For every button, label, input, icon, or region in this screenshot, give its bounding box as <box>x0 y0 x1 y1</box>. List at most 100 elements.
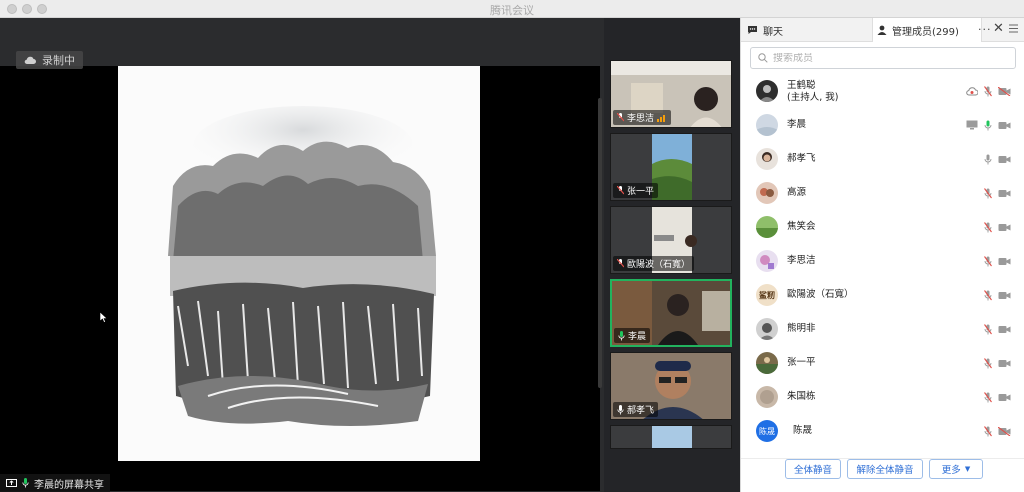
video-off-icon[interactable] <box>998 86 1011 96</box>
member-item[interactable]: 王鹤聪 (主持人, 我) <box>741 76 1024 106</box>
video-icon[interactable] <box>998 291 1011 300</box>
video-icon[interactable] <box>998 189 1011 198</box>
avatar: 陈晟 <box>756 420 778 442</box>
video-tile-active-speaker[interactable]: 李晨 <box>610 279 732 347</box>
member-item[interactable]: 朱国栋 <box>741 382 1024 412</box>
mic-muted-icon[interactable] <box>984 255 992 267</box>
mic-muted-icon[interactable] <box>984 187 992 199</box>
avatar <box>756 182 778 204</box>
avatar <box>756 386 778 408</box>
more-button[interactable]: 更多 ▼ <box>929 459 983 479</box>
member-status-icons <box>984 425 1011 437</box>
video-tile-partial[interactable] <box>610 425 732 449</box>
video-gallery: 李思洁 张一平 歐陽波（石寬） 李晨 郝孝飞 <box>604 18 740 492</box>
member-item[interactable]: 陈晟 陈晟 <box>741 416 1024 446</box>
member-status-icons <box>966 120 1011 131</box>
cloud-record-icon <box>24 56 36 64</box>
mic-icon <box>617 404 624 414</box>
mic-muted-icon[interactable] <box>984 425 992 437</box>
mic-muted-icon[interactable] <box>984 85 992 97</box>
member-name: 朱国栋 <box>787 391 816 402</box>
avatar <box>756 250 778 272</box>
video-tile[interactable]: 李思洁 <box>610 60 732 128</box>
member-name: 高源 <box>787 187 807 198</box>
recording-badge: 录制中 <box>16 51 83 69</box>
stage-scrollbar[interactable] <box>598 98 602 388</box>
video-icon[interactable] <box>998 155 1011 164</box>
unmute-all-button[interactable]: 解除全体静音 <box>847 459 923 479</box>
members-panel: 聊天 管理成员(299) ··· ✕ 王鹤聪 (主持人, 我) <box>740 18 1024 492</box>
avatar: 鲨籾 <box>756 284 778 306</box>
chat-icon <box>748 26 757 34</box>
video-tile[interactable]: 歐陽波（石寬） <box>610 206 732 274</box>
member-item[interactable]: 李思洁 <box>741 246 1024 276</box>
member-item[interactable]: 李晨 <box>741 110 1024 140</box>
mic-muted-icon <box>617 113 624 122</box>
member-name-block: 王鹤聪 (主持人, 我) <box>787 80 838 104</box>
video-tile[interactable]: 张一平 <box>610 133 732 201</box>
member-name: 陈晟 <box>793 425 813 436</box>
member-name: 张一平 <box>787 357 816 368</box>
video-tile[interactable]: 郝孝飞 <box>610 352 732 420</box>
member-name: 李晨 <box>787 119 807 130</box>
member-status-icons <box>984 391 1011 403</box>
member-item[interactable]: 张一平 <box>741 348 1024 378</box>
panel-tabs: 聊天 管理成员(299) ··· ✕ <box>741 18 1024 42</box>
member-status-icons <box>984 357 1011 369</box>
mic-muted-icon[interactable] <box>984 323 992 335</box>
screen-share-label[interactable]: 李晨的屏幕共享 <box>0 474 110 492</box>
member-name: 王鹤聪 <box>787 80 816 91</box>
window-title: 腾讯会议 <box>490 4 534 17</box>
video-icon[interactable] <box>998 325 1011 334</box>
video-icon[interactable] <box>998 121 1011 130</box>
member-name: 熊明非 <box>787 323 816 334</box>
avatar <box>756 148 778 170</box>
panel-footer: 全体静音 解除全体静音 更多 ▼ <box>741 458 1024 492</box>
mic-active-icon[interactable] <box>984 120 992 131</box>
video-icon[interactable] <box>998 359 1011 368</box>
mute-all-button[interactable]: 全体静音 <box>785 459 841 479</box>
video-icon[interactable] <box>998 223 1011 232</box>
member-name: 郝孝飞 <box>787 153 816 164</box>
video-icon[interactable] <box>998 257 1011 266</box>
ink-landscape-image <box>168 106 436 426</box>
menu-icon[interactable] <box>1009 24 1018 33</box>
mic-muted-icon[interactable] <box>984 357 992 369</box>
member-item[interactable]: 高源 <box>741 178 1024 208</box>
mic-active-icon <box>22 478 29 488</box>
avatar <box>756 318 778 340</box>
mic-muted-icon[interactable] <box>984 391 992 403</box>
mic-muted-icon[interactable] <box>984 221 992 233</box>
share-label-text: 李晨的屏幕共享 <box>34 479 104 491</box>
tile-name: 李晨 <box>628 332 647 342</box>
signal-strength-icon <box>657 114 666 122</box>
screen-share-icon <box>966 120 978 130</box>
mic-muted-icon <box>617 186 624 195</box>
member-item[interactable]: 焦笑会 <box>741 212 1024 242</box>
mic-muted-icon[interactable] <box>984 289 992 301</box>
title-bar: 腾讯会议 <box>0 0 1024 18</box>
close-icon[interactable]: ✕ <box>993 21 1004 36</box>
mic-muted-icon <box>617 259 624 268</box>
video-icon[interactable] <box>998 393 1011 402</box>
member-name: 歐陽波（石寬） <box>787 289 854 300</box>
video-off-icon[interactable] <box>998 426 1011 436</box>
member-name: 李思洁 <box>787 255 816 266</box>
search-input[interactable] <box>773 52 1003 64</box>
tile-label: 李晨 <box>614 328 651 343</box>
member-item[interactable]: 熊明非 <box>741 314 1024 344</box>
member-item[interactable]: 鲨籾 歐陽波（石寬） <box>741 280 1024 310</box>
recording-label: 录制中 <box>42 54 75 67</box>
member-item[interactable]: 郝孝飞 <box>741 144 1024 174</box>
tab-members[interactable]: 管理成员(299) <box>877 18 959 42</box>
more-options-icon[interactable]: ··· <box>978 23 992 36</box>
member-status-icons <box>984 323 1011 335</box>
tile-label: 歐陽波（石寬） <box>613 256 695 271</box>
tile-name: 李思洁 <box>627 114 655 124</box>
member-search-box[interactable] <box>750 47 1016 69</box>
tile-name: 歐陽波（石寬） <box>627 260 691 270</box>
mic-icon[interactable] <box>984 154 992 165</box>
tab-chat[interactable]: 聊天 <box>747 18 783 42</box>
cloud-icon <box>966 86 978 95</box>
member-status-icons <box>984 221 1011 233</box>
